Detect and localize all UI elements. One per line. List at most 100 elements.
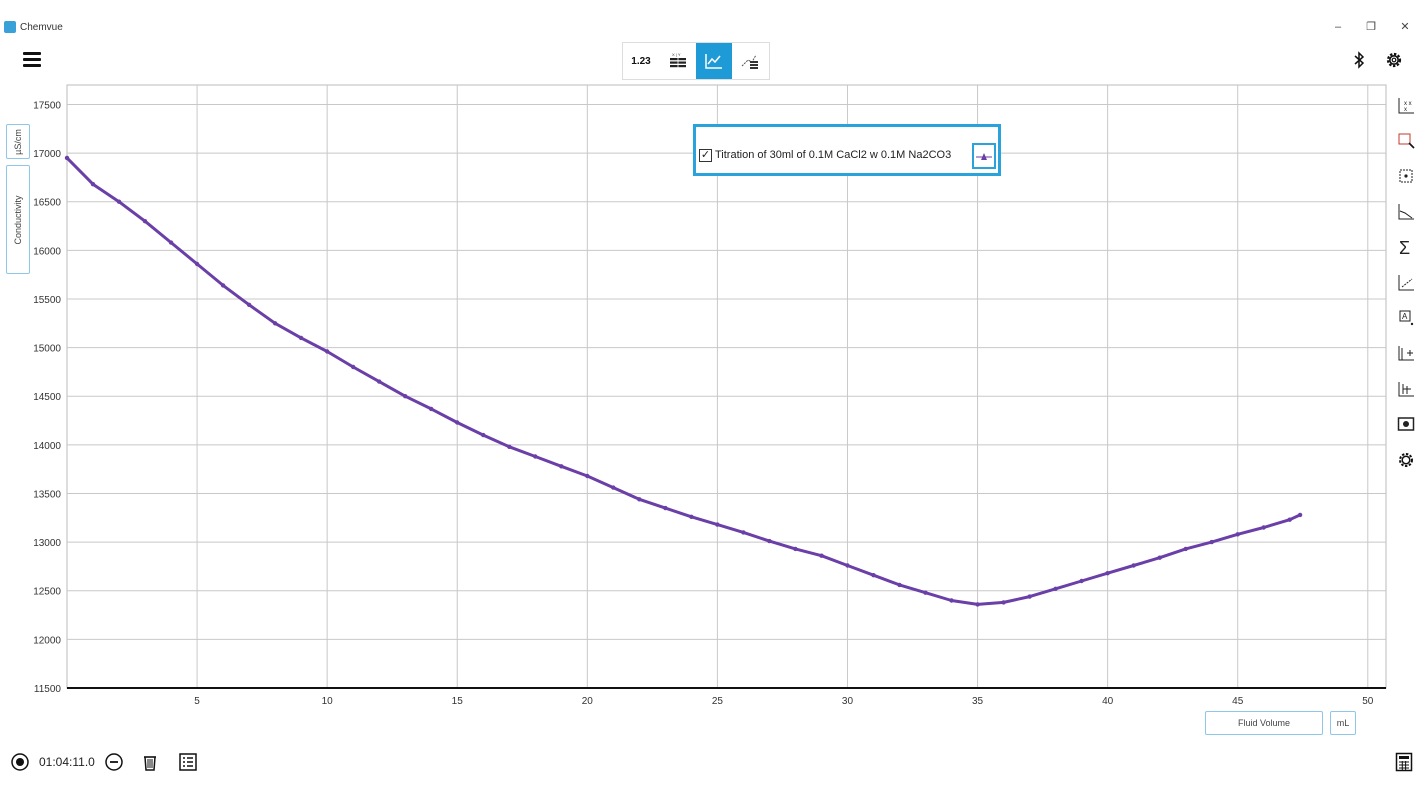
annotation-icon[interactable]: A [1396, 308, 1416, 328]
data-point [351, 364, 356, 370]
window-title: Chemvue [20, 22, 63, 33]
y-tick-label: 13500 [33, 489, 61, 500]
y-tick-label: 16000 [33, 246, 61, 257]
gear-icon[interactable] [1383, 49, 1405, 71]
x-tick-label: 45 [1232, 696, 1244, 707]
data-point [1287, 517, 1292, 522]
digits-view-button[interactable]: 1.23 [623, 43, 659, 79]
data-point [298, 335, 304, 341]
interval-icon[interactable] [104, 752, 124, 772]
y-tick-label: 17000 [33, 149, 61, 160]
data-point [611, 485, 616, 490]
data-point [1105, 571, 1110, 576]
y-tick-label: 12000 [33, 635, 61, 646]
data-point [819, 553, 824, 558]
curve-fit-icon[interactable] [1396, 202, 1416, 222]
data-point [871, 573, 876, 578]
calculator-icon[interactable] [1394, 752, 1414, 772]
screenshot-icon[interactable] [1396, 414, 1416, 434]
data-point [533, 454, 538, 459]
data-point [429, 406, 434, 412]
tangent-icon[interactable] [1396, 273, 1416, 293]
data-point [1297, 512, 1303, 518]
data-point [767, 538, 772, 544]
restore-button[interactable]: ❐ [1361, 19, 1381, 35]
autoscale-icon[interactable]: x xx [1396, 96, 1416, 116]
list-icon[interactable] [178, 752, 198, 772]
add-axis-icon[interactable] [1396, 343, 1416, 363]
zoom-point-icon[interactable] [1396, 166, 1416, 186]
triangle-marker-icon [976, 153, 992, 160]
y-tick-label: 11500 [34, 684, 62, 695]
x-tick-label: 30 [842, 696, 854, 707]
legend: ✓ Titration of 30ml of 0.1M CaCl2 w 0.1M… [693, 124, 1001, 176]
y-tick-label: 12500 [33, 587, 61, 598]
data-point [1157, 555, 1162, 560]
data-point [272, 321, 278, 326]
x-quantity-selector[interactable]: Fluid Volume [1205, 711, 1323, 735]
integral-icon[interactable]: Σ [1396, 237, 1416, 257]
data-point [455, 420, 460, 425]
data-point [90, 182, 96, 187]
data-point [975, 602, 980, 607]
data-point [689, 514, 694, 519]
data-point [793, 546, 798, 552]
graph-area[interactable]: 11500 12000 12500 13000 13500 14000 14500 15000… [0, 82, 1400, 722]
data-point [116, 199, 122, 204]
y-tick-label: 14500 [33, 392, 61, 403]
add-series-icon[interactable] [1396, 379, 1416, 399]
svg-text:Σ: Σ [1399, 238, 1410, 257]
x-tick-label: 10 [322, 696, 334, 707]
x-unit-selector[interactable]: mL [1330, 711, 1356, 735]
data-point [1027, 594, 1032, 599]
svg-text:A: A [1402, 312, 1408, 321]
x-tick-label: 50 [1362, 696, 1374, 707]
data-point [220, 283, 226, 288]
x-tick-label: 35 [972, 696, 984, 707]
graph-settings-icon[interactable] [1396, 450, 1416, 470]
data-point [1131, 563, 1136, 568]
data-point [168, 240, 174, 245]
graph-view-button[interactable] [696, 43, 732, 79]
data-point [1079, 578, 1084, 584]
data-point [64, 155, 70, 161]
data-point [663, 505, 668, 511]
x-tick-label: 25 [712, 696, 724, 707]
record-icon[interactable] [10, 752, 30, 772]
data-point [923, 590, 928, 595]
svg-text:x: x [1404, 107, 1407, 113]
svg-text:X | Y: X | Y [672, 52, 681, 57]
series-visibility-checkbox[interactable]: ✓ [699, 149, 712, 162]
minimize-button[interactable]: – [1328, 19, 1348, 35]
y-tick-label: 17500 [33, 100, 61, 111]
table-view-button[interactable]: X | Y [660, 43, 696, 79]
close-button[interactable]: ✕ [1395, 19, 1415, 35]
data-point [897, 582, 902, 588]
data-point [1183, 546, 1188, 552]
hamburger-menu-icon[interactable] [22, 50, 42, 70]
data-point [1001, 600, 1006, 605]
select-region-icon[interactable] [1396, 131, 1416, 151]
graph-table-view-button[interactable] [732, 43, 768, 79]
data-point [1235, 532, 1240, 537]
data-point [507, 444, 512, 449]
y-tick-label: 15500 [33, 295, 61, 306]
table-icon: X | Y [670, 52, 686, 68]
data-point [585, 473, 590, 479]
trash-icon[interactable] [140, 752, 160, 772]
digits-view-label: 1.23 [631, 55, 651, 67]
y-tick-label: 13000 [33, 538, 61, 549]
data-point [481, 432, 486, 438]
bluetooth-icon[interactable] [1350, 50, 1368, 70]
data-point [142, 219, 148, 224]
graph-icon [705, 54, 722, 69]
x-tick-label: 40 [1102, 696, 1114, 707]
app-logo-icon [4, 21, 16, 33]
data-point [1053, 586, 1058, 591]
series-style-button[interactable] [972, 143, 996, 169]
graph-table-icon [741, 54, 758, 69]
y-tick-label: 16500 [33, 198, 61, 209]
y-tick-label: 14000 [33, 441, 61, 452]
data-point [1209, 539, 1214, 545]
data-point [637, 497, 642, 502]
